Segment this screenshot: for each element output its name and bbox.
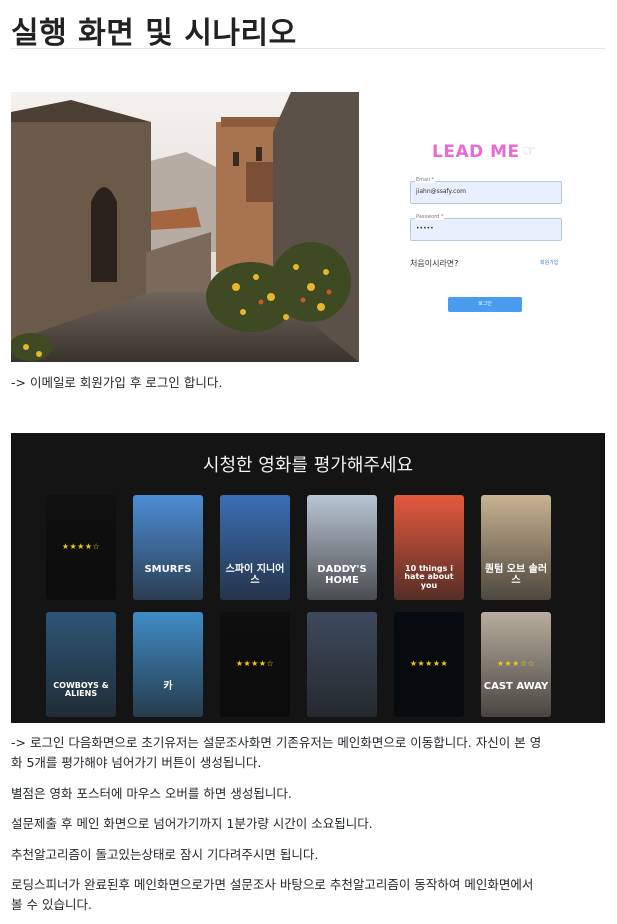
spinner-description: 로딩스피너가 완료된후 메인화면으로가면 설문조사 바탕으로 추천알고리즘이 동…: [11, 875, 605, 915]
movie-poster[interactable]: [307, 612, 377, 717]
flow-description: -> 로그인 다음화면으로 초기유저는 설문조사화면 기존유저는 메인화면으로 …: [11, 733, 605, 773]
rating-title: 시청한 영화를 평가해주세요: [202, 455, 414, 476]
movie-poster[interactable]: 퀀텀 오브 솔러스: [481, 495, 551, 600]
email-value: jiahn@ssafy.com: [416, 188, 466, 195]
algorithm-text: 추천알고리즘이 돌고있는상태로 잠시 기다려주시면 됩니다.: [11, 847, 319, 862]
password-value: •••••: [416, 225, 434, 232]
poster-title: 카: [163, 681, 173, 692]
movie-poster[interactable]: SMURFS: [133, 495, 203, 600]
star-rating[interactable]: ★★★★☆: [46, 542, 116, 551]
movie-poster[interactable]: COWBOYS & ALIENS: [46, 612, 116, 717]
signup-link[interactable]: 회원가입: [540, 259, 558, 266]
movie-poster[interactable]: DADDY'S HOME: [307, 495, 377, 600]
login-screenshot: LEAD ME ☞ Email * jiahn@ssafy.com Passwo…: [400, 130, 580, 330]
poster-title: 스파이 지니어스: [225, 564, 285, 586]
movie-poster[interactable]: 카: [133, 612, 203, 717]
flow-line-1: -> 로그인 다음화면으로 초기유저는 설문조사화면 기존유저는 메인화면으로 …: [11, 735, 542, 750]
rating-screenshot: 시청한 영화를 평가해주세요 ★★★★☆ SMURFS 스파이 지니어스 DADDY'…: [11, 433, 605, 723]
hand-pointer-icon: ☞: [522, 141, 537, 160]
star-rating[interactable]: ★★★★★: [394, 659, 464, 668]
spinner-line-1: 로딩스피너가 완료된후 메인화면으로가면 설문조사 바탕으로 추천알고리즘이 동…: [11, 877, 534, 892]
movie-poster[interactable]: 10 things i hate about you: [394, 495, 464, 600]
poster-title: COWBOYS & ALIENS: [53, 681, 109, 699]
password-label: Password *: [415, 214, 445, 220]
movie-poster[interactable]: ★★★★☆: [46, 495, 116, 600]
email-label: Email *: [415, 177, 435, 183]
poster-title: CAST AWAY: [483, 681, 549, 692]
poster-title: SMURFS: [144, 564, 192, 575]
login-caption: -> 이메일로 회원가입 후 로그인 합니다.: [11, 375, 223, 390]
poster-title: 퀀텀 오브 솔러스: [484, 564, 548, 586]
login-button[interactable]: 로그인: [448, 297, 522, 312]
alley-photo: [11, 92, 359, 362]
poster-title: DADDY'S HOME: [317, 564, 367, 586]
app-logo: LEAD ME: [432, 142, 520, 162]
first-time-text: 처음이시라면?: [410, 259, 459, 268]
email-field[interactable]: Email * jiahn@ssafy.com: [410, 177, 562, 204]
password-field[interactable]: Password * •••••: [410, 214, 562, 241]
flow-line-2: 화 5개를 평가해야 넘어가기 버튼이 생성됩니다.: [11, 755, 262, 770]
movie-poster[interactable]: 스파이 지니어스: [220, 495, 290, 600]
movie-poster[interactable]: ★★★★★: [394, 612, 464, 717]
star-rating[interactable]: ★★★★☆: [220, 659, 290, 668]
hover-stars-text: 별점은 영화 포스터에 마우스 오버를 하면 생성됩니다.: [11, 786, 292, 801]
movie-poster[interactable]: ★★★★☆: [220, 612, 290, 717]
page-title: 실행 화면 및 시나리오: [11, 16, 297, 51]
movie-poster[interactable]: CAST AWAY ★★★☆☆: [481, 612, 551, 717]
poster-title: 10 things i hate about you: [404, 564, 454, 590]
title-divider: [11, 48, 605, 49]
wait-time-text: 설문제출 후 메인 화면으로 넘어가기까지 1분가량 시간이 소요됩니다.: [11, 816, 373, 831]
star-rating[interactable]: ★★★☆☆: [481, 659, 551, 668]
spinner-line-2: 볼 수 있습니다.: [11, 897, 92, 912]
